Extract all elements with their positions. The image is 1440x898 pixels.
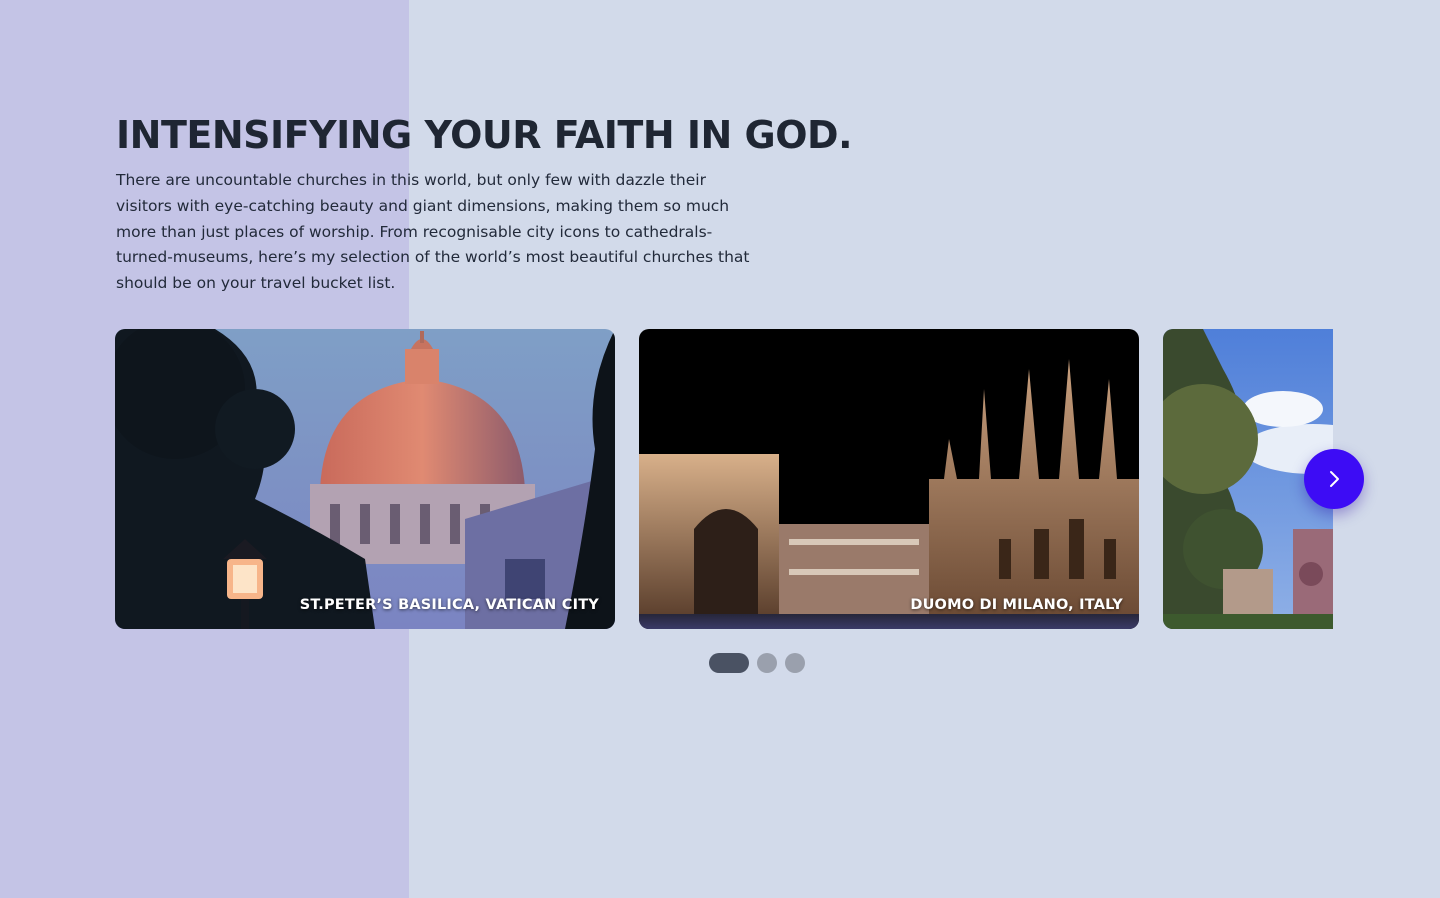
carousel-track: ST.PETER’S BASILICA, VATICAN CITY DUOMO … bbox=[115, 329, 1333, 629]
duomo-di-milano-image bbox=[639, 329, 1139, 629]
carousel-next-button[interactable] bbox=[1304, 449, 1364, 509]
carousel-card-duomo-milano[interactable]: DUOMO DI MILANO, ITALY bbox=[639, 329, 1139, 629]
chevron-right-icon bbox=[1330, 471, 1339, 487]
pagination-dot-2[interactable] bbox=[757, 653, 777, 673]
pagination-dot-1[interactable] bbox=[709, 653, 749, 673]
hero-section: INTENSIFYING YOUR FAITH IN GOD. There ar… bbox=[116, 110, 1376, 297]
card-label: ST.PETER’S BASILICA, VATICAN CITY bbox=[299, 597, 599, 613]
carousel-card-st-peters[interactable]: ST.PETER’S BASILICA, VATICAN CITY bbox=[115, 329, 615, 629]
st-peters-basilica-image bbox=[115, 329, 615, 629]
church-carousel: ST.PETER’S BASILICA, VATICAN CITY DUOMO … bbox=[115, 329, 1333, 629]
page-description: There are uncountable churches in this w… bbox=[116, 171, 750, 293]
card-label: DUOMO DI MILANO, ITALY bbox=[910, 597, 1123, 613]
pagination-dot-3[interactable] bbox=[785, 653, 805, 673]
page-title: INTENSIFYING YOUR FAITH IN GOD. bbox=[116, 113, 853, 157]
carousel-pagination bbox=[709, 653, 805, 673]
